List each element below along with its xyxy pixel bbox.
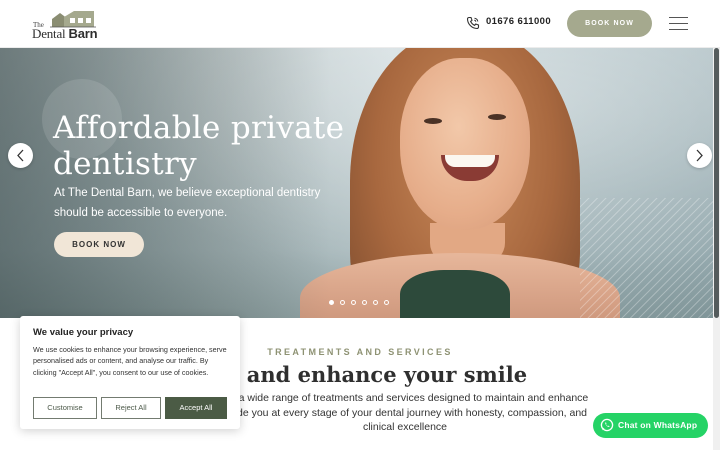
phone-icon[interactable] bbox=[466, 16, 480, 30]
chevron-left-icon bbox=[17, 149, 24, 162]
hamburger-icon[interactable] bbox=[669, 16, 688, 31]
whatsapp-label: Chat on WhatsApp bbox=[618, 420, 698, 430]
logo-wordmark: Dental Barn bbox=[32, 26, 98, 42]
hero-title-line-2: dentistry bbox=[53, 146, 197, 182]
slider-prev-button[interactable] bbox=[8, 143, 33, 168]
cookie-accept-button[interactable]: Accept All bbox=[165, 397, 227, 419]
cookie-text: We use cookies to enhance your browsing … bbox=[33, 345, 227, 377]
whatsapp-icon bbox=[600, 418, 614, 432]
hero-book-now-button[interactable]: BOOK NOW bbox=[54, 232, 144, 257]
cookie-reject-button[interactable]: Reject All bbox=[101, 397, 161, 419]
cookie-customise-button[interactable]: Customise bbox=[33, 397, 97, 419]
chevron-right-icon bbox=[696, 149, 703, 162]
slider-dot[interactable] bbox=[340, 300, 345, 305]
section-body-line-3: clinical excellence bbox=[362, 421, 448, 433]
phone-number-link[interactable]: 01676 611000 bbox=[486, 16, 551, 27]
page-scrollbar[interactable] bbox=[713, 48, 720, 450]
book-now-button[interactable]: BOOK NOW bbox=[567, 10, 652, 37]
logo[interactable]: The Dental Barn bbox=[32, 9, 104, 42]
section-body-line-2: guide you at every stage of your dental … bbox=[222, 406, 588, 419]
hero-subtitle: At The Dental Barn, we believe exception… bbox=[54, 187, 321, 219]
hero-title-line-1: Affordable private bbox=[53, 110, 345, 146]
section-body: ide a wide range of treatments and servi… bbox=[170, 391, 640, 435]
section-body-line-1: ide a wide range of treatments and servi… bbox=[221, 392, 589, 404]
cookie-title: We value your privacy bbox=[33, 327, 134, 338]
slider-dot[interactable] bbox=[351, 300, 356, 305]
whatsapp-chat-button[interactable]: Chat on WhatsApp bbox=[593, 413, 708, 438]
slider-dot[interactable] bbox=[373, 300, 378, 305]
slider-next-button[interactable] bbox=[687, 143, 712, 168]
slider-dot[interactable] bbox=[329, 300, 334, 305]
slider-dot[interactable] bbox=[362, 300, 367, 305]
hero-photo-eye-left bbox=[424, 118, 442, 124]
hero-photo-shirt bbox=[400, 270, 510, 318]
hero-title: Affordable private dentistry bbox=[53, 110, 344, 182]
scrollbar-thumb[interactable] bbox=[714, 48, 719, 318]
logo-dental: Dental bbox=[32, 26, 66, 41]
hero-slider: Affordable private dentistry At The Dent… bbox=[0, 48, 713, 318]
cookie-consent-banner: We value your privacy We use cookies to … bbox=[20, 316, 240, 429]
hero-photo-eye-right bbox=[488, 114, 506, 120]
hero-photo-face bbox=[400, 58, 530, 230]
site-header: The Dental Barn 01676 611000 BOOK NOW bbox=[0, 0, 720, 48]
decorative-stripes bbox=[580, 198, 713, 318]
slider-dot[interactable] bbox=[384, 300, 389, 305]
logo-barn: Barn bbox=[68, 26, 98, 41]
